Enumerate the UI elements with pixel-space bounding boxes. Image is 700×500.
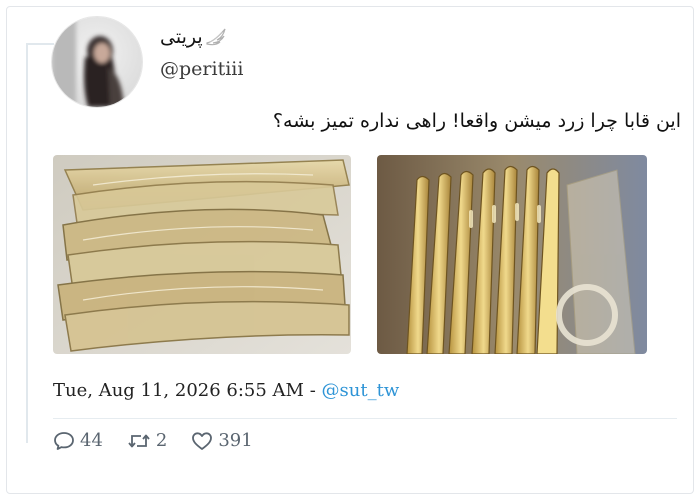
tweet-timestamp-row: Tue, Aug 11, 2026 6:55 AM - @sut_tw bbox=[53, 380, 399, 401]
actions-divider bbox=[53, 418, 677, 419]
reply-count: 44 bbox=[80, 430, 103, 451]
speech-bubble-icon bbox=[53, 431, 75, 451]
reply-button[interactable]: 44 bbox=[53, 430, 103, 451]
like-count: 391 bbox=[218, 430, 253, 451]
via-handle-link[interactable]: @sut_tw bbox=[322, 380, 400, 401]
user-handle[interactable]: @peritiii bbox=[160, 58, 243, 80]
tweet-timestamp[interactable]: Tue, Aug 11, 2026 6:55 AM bbox=[53, 380, 304, 401]
tweet-actions: 44 2 391 bbox=[53, 430, 277, 451]
heart-icon bbox=[191, 431, 213, 451]
thread-connector bbox=[26, 43, 54, 45]
tweet-text: این قابا چرا زرد میشن واقعا! راهی نداره … bbox=[272, 110, 681, 132]
retweet-button[interactable]: 2 bbox=[127, 430, 167, 451]
display-name-row[interactable]: پریتی bbox=[160, 26, 227, 48]
avatar[interactable] bbox=[51, 16, 143, 108]
tweet-photo-standing-cases[interactable] bbox=[377, 155, 647, 354]
retweet-count: 2 bbox=[155, 430, 168, 451]
display-name: پریتی bbox=[160, 26, 203, 48]
timestamp-separator: - bbox=[303, 380, 322, 401]
retweet-arrows-icon bbox=[127, 431, 151, 451]
like-button[interactable]: 391 bbox=[191, 430, 253, 451]
angel-wing-icon bbox=[205, 27, 227, 47]
thread-line bbox=[26, 43, 28, 443]
tweet-photo-stacked-cases[interactable] bbox=[53, 155, 351, 354]
